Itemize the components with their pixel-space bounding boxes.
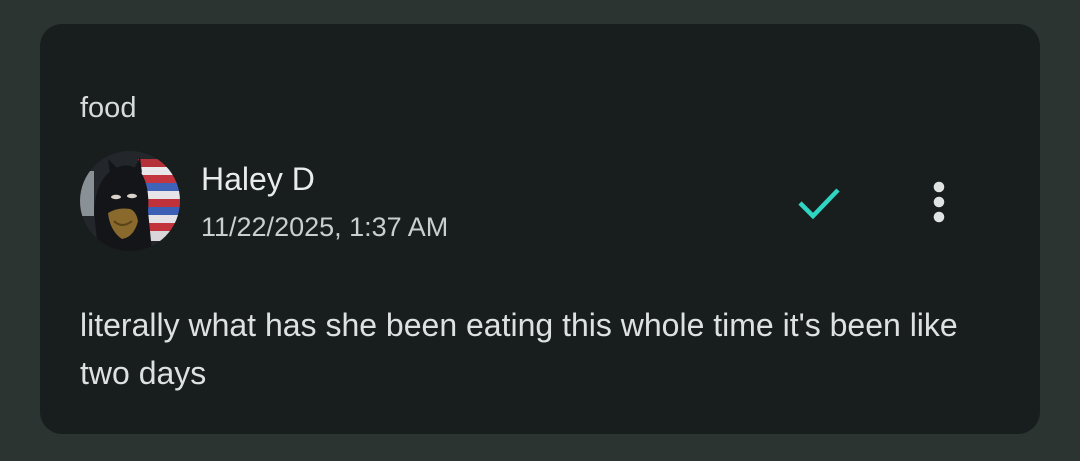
more-vert-icon[interactable]	[920, 178, 958, 226]
message-card: food Haley D 11/22/2025, 1:37 AM literal…	[40, 24, 1040, 434]
topic-label: food	[80, 92, 137, 124]
author-name: Haley D	[201, 161, 315, 197]
message-text: literally what has she been eating this …	[80, 307, 958, 391]
avatar-image	[80, 151, 180, 251]
avatar[interactable]	[80, 151, 180, 251]
checkmark-icon[interactable]	[795, 180, 843, 224]
timestamp: 11/22/2025, 1:37 AM	[201, 212, 449, 242]
